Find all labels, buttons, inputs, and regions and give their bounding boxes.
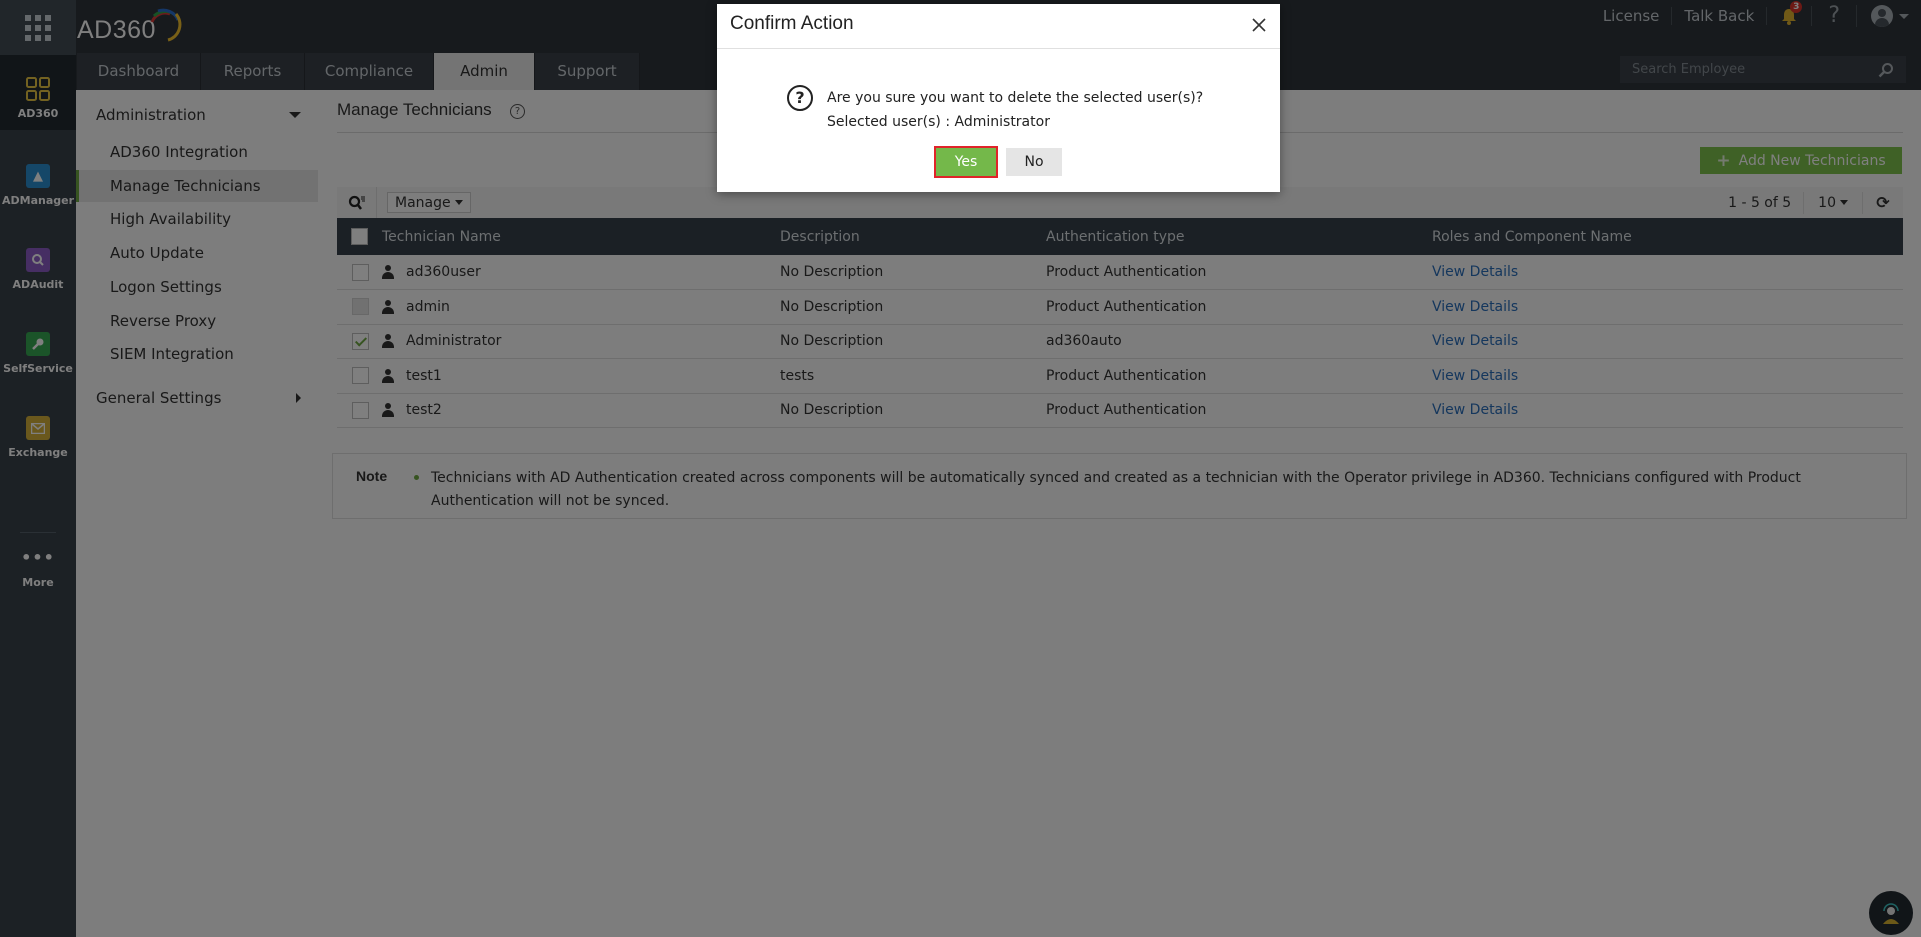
- question-icon: ?: [787, 85, 813, 111]
- dialog-selected-users: Selected user(s) : Administrator: [827, 114, 1050, 130]
- confirm-action-dialog: Confirm Action ? Are you sure you want t…: [717, 4, 1280, 192]
- dialog-message: Are you sure you want to delete the sele…: [827, 86, 1203, 134]
- dialog-divider: [717, 48, 1280, 49]
- no-button[interactable]: No: [1006, 148, 1062, 176]
- close-icon[interactable]: [1248, 14, 1270, 36]
- yes-button[interactable]: Yes: [934, 146, 998, 178]
- dialog-title: Confirm Action: [730, 13, 854, 34]
- dialog-question: Are you sure you want to delete the sele…: [827, 90, 1204, 106]
